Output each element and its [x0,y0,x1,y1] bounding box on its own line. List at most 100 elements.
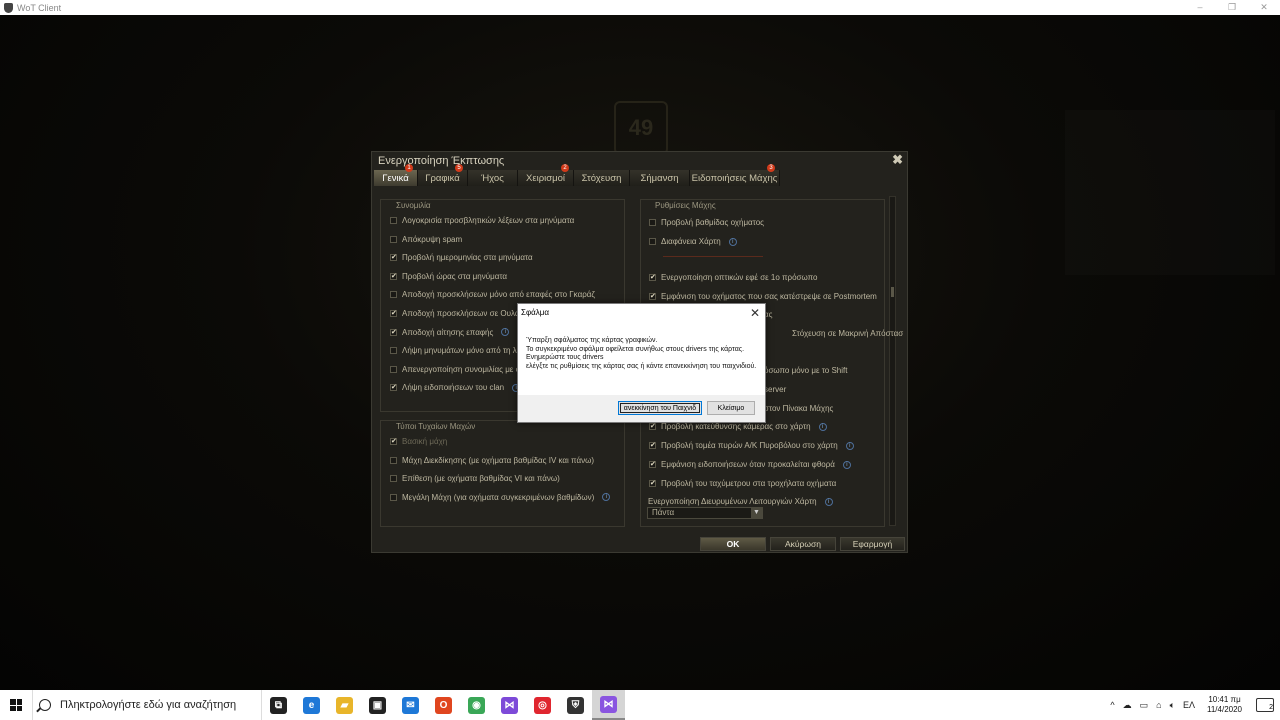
checkbox[interactable]: ✔ [390,272,397,280]
taskbar-app-1[interactable]: e [295,690,328,720]
chat-option[interactable]: Λογοκρισία προσβλητικών λέξεων στα μηνύμ… [390,216,574,225]
battle-setting-option[interactable]: ✔ Προβολή κατεύθυνσης κάμερας στο χάρτη i [649,422,827,431]
network-icon[interactable]: ⌂ [1152,700,1165,710]
scrollbar-thumb[interactable] [891,287,894,297]
battle-type-option[interactable]: Μεγάλη Μάχη (για οχήματα συγκεκριμένων β… [390,493,611,502]
checkbox[interactable] [390,475,397,483]
checkbox[interactable]: ✔ [390,310,397,317]
info-icon[interactable]: i [824,497,833,506]
chat-option[interactable]: ✔ Αποδοχή προσκλήσεων σε Ουλαμ [390,309,524,318]
window-close-button[interactable]: ✕ [1248,0,1280,15]
start-button[interactable] [0,690,32,720]
battle-setting-option[interactable]: ✔ Εμφάνιση του οχήματος που σας κατέστρεψ… [649,292,877,301]
language-indicator[interactable]: ΕΛ [1179,700,1199,710]
checkbox[interactable]: ✔ [649,423,656,430]
settings-close-button[interactable]: ✖ [892,152,903,168]
checkbox[interactable] [390,365,397,373]
dialog-close-icon[interactable]: ✕ [750,306,760,320]
taskbar-app-5[interactable]: O [427,690,460,720]
cloud-icon[interactable]: ☁ [1119,700,1136,711]
notification-icon[interactable]: 2 [1256,698,1274,712]
tab-4[interactable]: Στόχευση [574,170,630,186]
taskbar-app-4[interactable]: ✉ [394,690,427,720]
checkbox[interactable]: ✔ [649,461,656,468]
taskbar-app-6[interactable]: ◉ [460,690,493,720]
info-icon[interactable]: i [845,441,854,450]
ok-button[interactable]: OK [700,537,766,551]
file-explorer-icon: ▰ [336,696,353,714]
battle-setting-option[interactable]: ✔ Προβολή του ταχύμετρου στα τροχήλατα οχ… [649,479,836,488]
chat-option[interactable]: ✔ Αποδοχή αίτησης επαφής i [390,328,510,337]
battery-icon[interactable]: ▭ [1136,700,1153,711]
checkbox[interactable]: ✔ [390,328,397,336]
info-icon[interactable]: i [501,328,510,337]
battle-setting-option[interactable]: ✔ Προβολή τομέα πυρών Α/Κ Πυροβόλου στο χ… [649,441,854,450]
chat-option[interactable]: Αποδοχή προσκλήσεων μόνο από επαφές στο … [390,290,595,299]
tab-1[interactable]: Γραφικά 5 [418,164,468,186]
tab-3[interactable]: Χειρισμοί 2 [518,164,574,186]
checkbox[interactable] [390,456,397,464]
checkbox[interactable]: ✔ [390,384,397,392]
taskbar-app-8[interactable]: ◎ [526,690,559,720]
tab-6[interactable]: Ειδοποιήσεις Μάχης 3 [690,164,780,186]
chat-option[interactable]: Λήψη μηνυμάτων μόνο από τη λί [390,346,519,355]
clock-time: 10:41 πμ [1208,695,1241,704]
tray-chevron-icon[interactable]: ^ [1106,700,1118,710]
minimize-button[interactable]: – [1184,0,1216,15]
tab-5[interactable]: Σήμανση [630,170,690,186]
clock[interactable]: 10:41 πμ 11/4/2020 [1199,695,1250,715]
checkbox[interactable]: ✔ [649,274,656,281]
dialog-close-button[interactable]: Κλείσιμο [707,401,755,415]
map-features-select[interactable]: Πάντα ▼ [647,507,763,519]
windows-logo-icon [10,699,22,711]
checkbox[interactable] [390,347,397,355]
battle-type-option[interactable]: Επίθεση (με οχήματα βαθμίδας VI και πάνω… [390,474,560,483]
checkbox[interactable]: ✔ [649,480,656,487]
battle-setting-option[interactable]: στον Πίνακα Μάχης [764,404,833,413]
taskbar-app-0[interactable]: ⧉ [262,690,295,720]
settings-tabs: Γενικά 1 Γραφικά 5 Ήχος Χειρισμοί 2 Στόχευση Σήμ… [374,164,905,186]
checkbox[interactable]: ✔ [390,438,397,445]
info-icon[interactable]: i [842,460,851,469]
checkbox[interactable]: ✔ [390,254,397,262]
battle-setting-option[interactable]: Προβολή βαθμίδας οχήματος [649,218,764,227]
battle-type-option[interactable]: Μάχη Διεκδίκησης (με οχήματα βαθμίδας IV… [390,456,594,465]
settings-scrollbar[interactable] [889,196,896,526]
tab-2[interactable]: Ήχος [468,170,518,186]
restart-game-button[interactable]: ανεκκίνηση του Παιχνιδ [618,401,702,415]
battle-setting-option[interactable]: όσωπο μόνο με το Shift [764,366,847,375]
chat-option[interactable]: ✔Λήψη ειδοποιήσεων του clani [390,383,521,392]
taskbar-app-9[interactable]: ⛨ [559,690,592,720]
checkbox[interactable] [390,235,397,243]
volume-icon[interactable]: 🔈︎ [1166,700,1179,711]
checkbox[interactable] [649,238,656,245]
battle-setting-option[interactable]: ✔ Ενεργοποίηση οπτικών εφέ σε 1ο πρόσωπο [649,273,817,282]
battle-setting-option[interactable]: ✔ Εμφάνιση ειδοποιήσεων όταν προκαλείται … [649,460,851,469]
cancel-button[interactable]: Ακύρωση [770,537,836,551]
taskbar-app-10[interactable]: ⋈ [592,690,625,720]
taskbar-search[interactable]: Πληκτρολογήστε εδώ για αναζήτηση [32,690,262,720]
taskbar-app-2[interactable]: ▰ [328,690,361,720]
battle-setting-option[interactable]: server [764,385,786,394]
checkbox[interactable]: ✔ [649,442,656,449]
checkbox[interactable] [390,291,397,299]
chat-option[interactable]: Απενεργοποίηση συνομιλίας με σ [390,365,521,374]
info-icon[interactable]: i [818,422,827,431]
checkbox[interactable] [649,219,656,226]
checkbox[interactable] [390,217,397,224]
battle-type-option[interactable]: ✔ Βασική μάχη [390,437,447,446]
chat-option[interactable]: ✔ Προβολή ώρας στα μηνύματα [390,272,507,281]
checkbox[interactable]: ✔ [649,293,656,300]
checkbox[interactable] [390,493,397,501]
info-icon[interactable]: i [728,237,737,246]
info-icon[interactable]: i [602,493,611,502]
taskbar-app-3[interactable]: ▣ [361,690,394,720]
apply-button[interactable]: Εφαρμογή [840,537,905,551]
chat-option[interactable]: Απόκρυψη spam [390,235,462,244]
chat-option[interactable]: ✔ Προβολή ημερομηνίας στα μηνύματα [390,253,533,262]
taskbar-app-7[interactable]: ⋈ [493,690,526,720]
battle-setting-option[interactable]: Στόχευση σε Μακρινή Απόστασ [792,329,903,338]
tab-0[interactable]: Γενικά 1 [374,164,418,186]
restore-button[interactable]: ❐ [1216,0,1248,15]
battle-setting-option[interactable]: Διαφάνεια Χάρτη i [649,237,737,246]
